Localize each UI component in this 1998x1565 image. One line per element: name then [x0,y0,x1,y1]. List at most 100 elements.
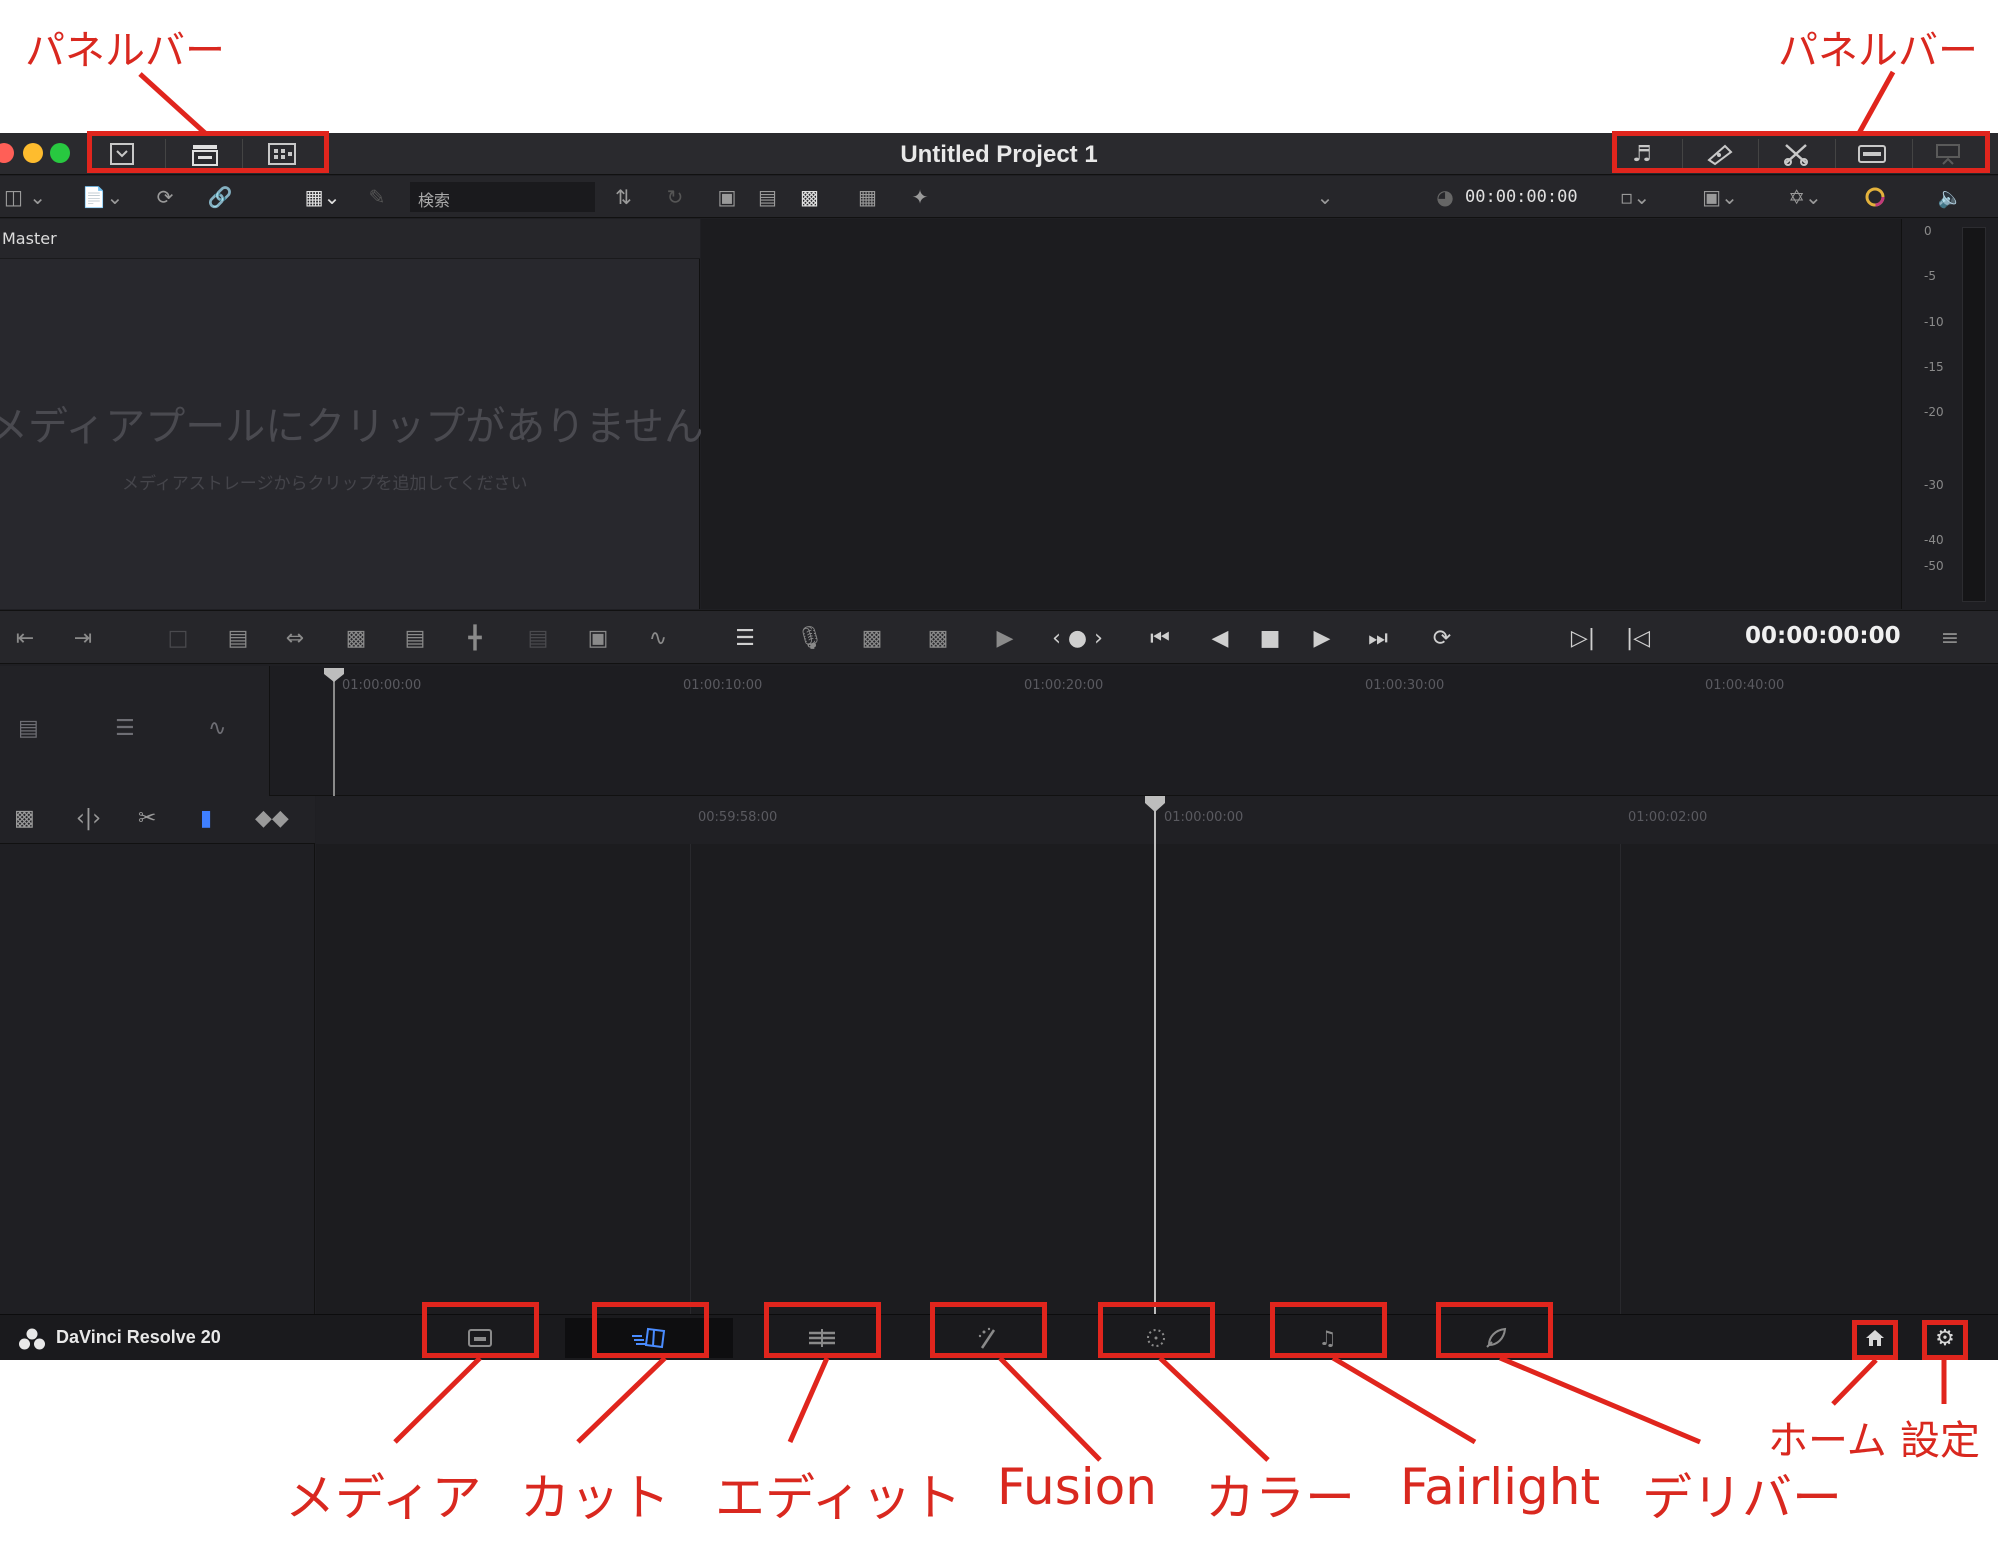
track-select-icon[interactable]: ▤ [18,716,39,741]
place-on-top-icon[interactable]: ⇔ [275,623,315,653]
keyframe-icon[interactable]: ◆◆ [255,806,289,831]
menu-icon[interactable]: ≡ [1930,623,1970,653]
speaker-icon[interactable]: 🔈 [1930,182,1970,212]
tools-panel-icon[interactable] [1766,139,1826,169]
image-view-icon[interactable]: ▣ [712,182,742,212]
upper-playhead[interactable] [333,680,335,796]
poi-add-icon[interactable]: ▩ [918,623,958,653]
stop-icon[interactable]: ■ [1250,623,1290,653]
ruler-timecode: 01:00:20:00 [1024,678,1104,693]
timecode-source-icon: ◕ [1436,185,1454,209]
close-up-icon[interactable]: ▤ [218,623,258,653]
split-icon[interactable]: ‹|› [76,806,101,831]
append-icon[interactable]: ⇥ [63,623,103,653]
page-navigation-bar: DaVinci Resolve 20 ♫ ⚙ [0,1314,1998,1360]
marker-icon[interactable]: ▮ [200,806,212,831]
lower-timeline-toolbar: ▩ ‹|› ✂ ▮ ◆◆ [0,796,315,844]
sort-icon[interactable]: ⇅ [606,182,641,212]
sidebar-toggle-icon[interactable]: ◫ ⌄ [0,182,50,212]
bin-name: Master [0,219,700,259]
media-page-button[interactable] [422,1318,537,1358]
source-overwrite-icon[interactable]: ▩ [336,623,376,653]
meter-label: -20 [1924,405,1944,419]
relink-icon[interactable]: ⟳ [145,182,185,212]
settings-button[interactable]: ⚙ [1927,1322,1963,1354]
empty-pool-message: メディアプールにクリップがありません [0,404,704,450]
mark-in-icon[interactable]: ▷| [1565,623,1601,653]
meter-bar [1962,227,1986,602]
edit-page-icon [808,1329,835,1347]
deliver-page-button[interactable] [1438,1318,1553,1358]
app-name: DaVinci Resolve 20 [56,1327,221,1347]
annotation-panel-bar-right: パネルバー [1778,28,1978,74]
home-button[interactable] [1857,1322,1893,1354]
audio-waveform-icon[interactable]: ∿ [638,623,678,653]
inspector-panel-icon[interactable] [1918,139,1978,169]
ripple-overwrite-icon: □ [167,625,189,651]
viewer-dropdown-icon[interactable]: ⌄ [1310,182,1340,212]
effects-panel-icon[interactable] [1690,139,1750,169]
viewer-quality-icon[interactable]: ▣⌄ [1690,182,1750,212]
mark-out-icon[interactable]: |◁ [1620,623,1656,653]
annotation-deliver: デリバー [1642,1469,1842,1527]
lower-playhead-marker-icon[interactable] [1145,796,1165,812]
search-input[interactable]: 検索 [410,182,595,212]
smart-insert-icon[interactable]: ⇤ [5,623,45,653]
audio-panel-icon[interactable]: ♬ [1612,139,1672,169]
ruler-timecode: 01:00:10:00 [683,678,763,693]
annotation-edit: エディット [715,1469,962,1527]
metadata-panel-icon[interactable] [1842,139,1902,169]
meter-label: -40 [1924,533,1944,547]
overwrite-clip-icon[interactable]: ╋ [455,623,495,653]
audio-mixer-icon[interactable]: ☰ [725,623,765,653]
upper-playhead-marker-icon[interactable] [324,668,344,682]
audio-meter: 0 -5 -10 -15 -20 -30 -40 -50 [1901,219,1998,609]
nudge-marker-icon[interactable]: ‹ ● › [1040,623,1115,653]
meter-label: 0 [1924,224,1932,238]
source-viewer[interactable] [701,219,1901,609]
safe-area-icon[interactable]: ▫⌄ [1605,182,1665,212]
transform-icon[interactable]: ✡⌄ [1775,182,1835,212]
filmstrip-icon[interactable]: ▩ [792,182,827,212]
upper-timeline[interactable]: ▤ ☰ ∿ 01:00:00:00 01:00:10:00 01:00:20:0… [0,666,1998,796]
meter-label: -15 [1924,360,1944,374]
grid-view-icon[interactable]: ▦⌄ [295,182,350,212]
snap-icon[interactable]: ☰ [115,716,135,741]
annotation-home: ホーム [1768,1418,1887,1464]
play-reverse-icon[interactable]: ◀ [1200,623,1240,653]
media-pool: Master メディアプールにクリップがありません メディアストレージからクリッ… [0,219,704,609]
color-page-button[interactable] [1098,1318,1213,1358]
annotation-cut: カット [520,1469,670,1527]
audio-track-icon[interactable]: ∿ [208,716,226,741]
poi-icon[interactable]: ▩ [852,623,892,653]
loop-icon[interactable]: ⟳ [1422,623,1462,653]
jump-to-start-icon[interactable]: ⏮ [1140,623,1180,653]
fusion-page-button[interactable] [930,1318,1045,1358]
lower-playhead[interactable] [1154,808,1156,1314]
scissors-icon[interactable]: ✂ [138,806,156,831]
voiceover-icon[interactable]: 🎙 [790,623,830,653]
trim-mode-icon[interactable]: ▩ [14,806,35,831]
fairlight-page-button[interactable]: ♫ [1270,1318,1385,1358]
fairlight-page-icon: ♫ [1318,1326,1337,1350]
import-media-icon[interactable]: 📄⌄ [75,182,130,212]
edit-page-button[interactable] [764,1318,879,1358]
meter-label: -30 [1924,478,1944,492]
color-wheel-icon[interactable] [1860,182,1890,212]
gear-icon: ⚙ [1935,1325,1955,1351]
lower-timeline[interactable]: 00:59:58:00 01:00:00:00 01:00:02:00 [316,796,1998,1314]
insert-clip-icon[interactable]: ▤ [395,623,435,653]
preview-icon[interactable]: ▶ [985,623,1025,653]
multi-view-icon[interactable]: ▦ [850,182,885,212]
clip-view-icon[interactable]: ▤ [750,182,785,212]
fit-to-fill-icon[interactable]: ▣ [578,623,618,653]
flag-icon[interactable]: ✦ [905,182,935,212]
play-icon[interactable]: ▶ [1302,623,1342,653]
cut-page-button[interactable] [565,1318,733,1358]
replace-clip-icon: ▤ [527,625,549,651]
ruler-timecode: 01:00:02:00 [1628,810,1708,825]
ruler-timecode: 00:59:58:00 [698,810,778,825]
jump-to-end-icon[interactable]: ⏭ [1358,623,1398,653]
ruler-timecode: 01:00:00:00 [1164,810,1244,825]
unlink-icon[interactable]: 🔗 [200,182,240,212]
